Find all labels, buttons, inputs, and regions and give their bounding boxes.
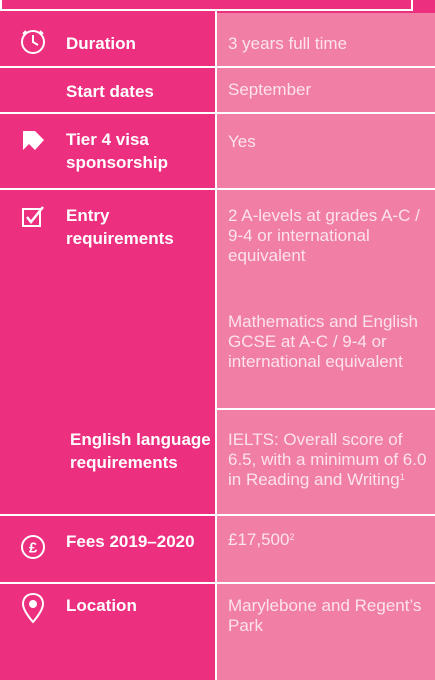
value-start-dates: September	[228, 80, 312, 99]
label-fees: Fees 2019–2020	[66, 532, 195, 551]
row-divider	[217, 408, 435, 410]
label-location: Location	[66, 596, 137, 615]
svg-text:£: £	[29, 540, 38, 557]
location-pin-icon	[20, 592, 46, 624]
row-divider	[0, 66, 435, 68]
value-visa: Yes	[228, 132, 256, 151]
pound-icon: £	[20, 534, 46, 560]
value-duration: 3 years full time	[228, 34, 348, 53]
value-english-language: IELTS: Overall score of 6.5, with a mini…	[228, 430, 428, 490]
fees-text: £17,500	[228, 530, 290, 549]
clock-icon	[20, 29, 46, 55]
row-divider	[0, 112, 435, 114]
top-rule	[0, 0, 413, 11]
label-visa: Tier 4 visa sponsorship	[66, 130, 169, 172]
english-text: IELTS: Overall score of 6.5, with a mini…	[228, 430, 427, 489]
value-location: Marylebone and Regent’s Park	[228, 596, 422, 635]
footnote-marker: 1	[399, 472, 405, 482]
label-start-dates: Start dates	[66, 82, 154, 101]
tag-icon	[20, 128, 46, 154]
checkbox-icon	[20, 204, 46, 230]
row-divider	[0, 188, 435, 190]
label-duration: Duration	[66, 34, 136, 53]
row-divider	[0, 582, 435, 584]
value-entry-gcse: Mathematics and English GCSE at A-C / 9-…	[228, 312, 418, 371]
value-entry-alevels: 2 A-levels at grades A-C / 9-4 or intern…	[228, 206, 420, 265]
label-english-language: English language requirements	[70, 430, 211, 472]
footnote-marker: 2	[289, 532, 295, 542]
row-divider	[0, 514, 435, 516]
label-entry-requirements: Entry requirements	[66, 206, 174, 248]
value-fees: £17,5002	[228, 530, 428, 550]
